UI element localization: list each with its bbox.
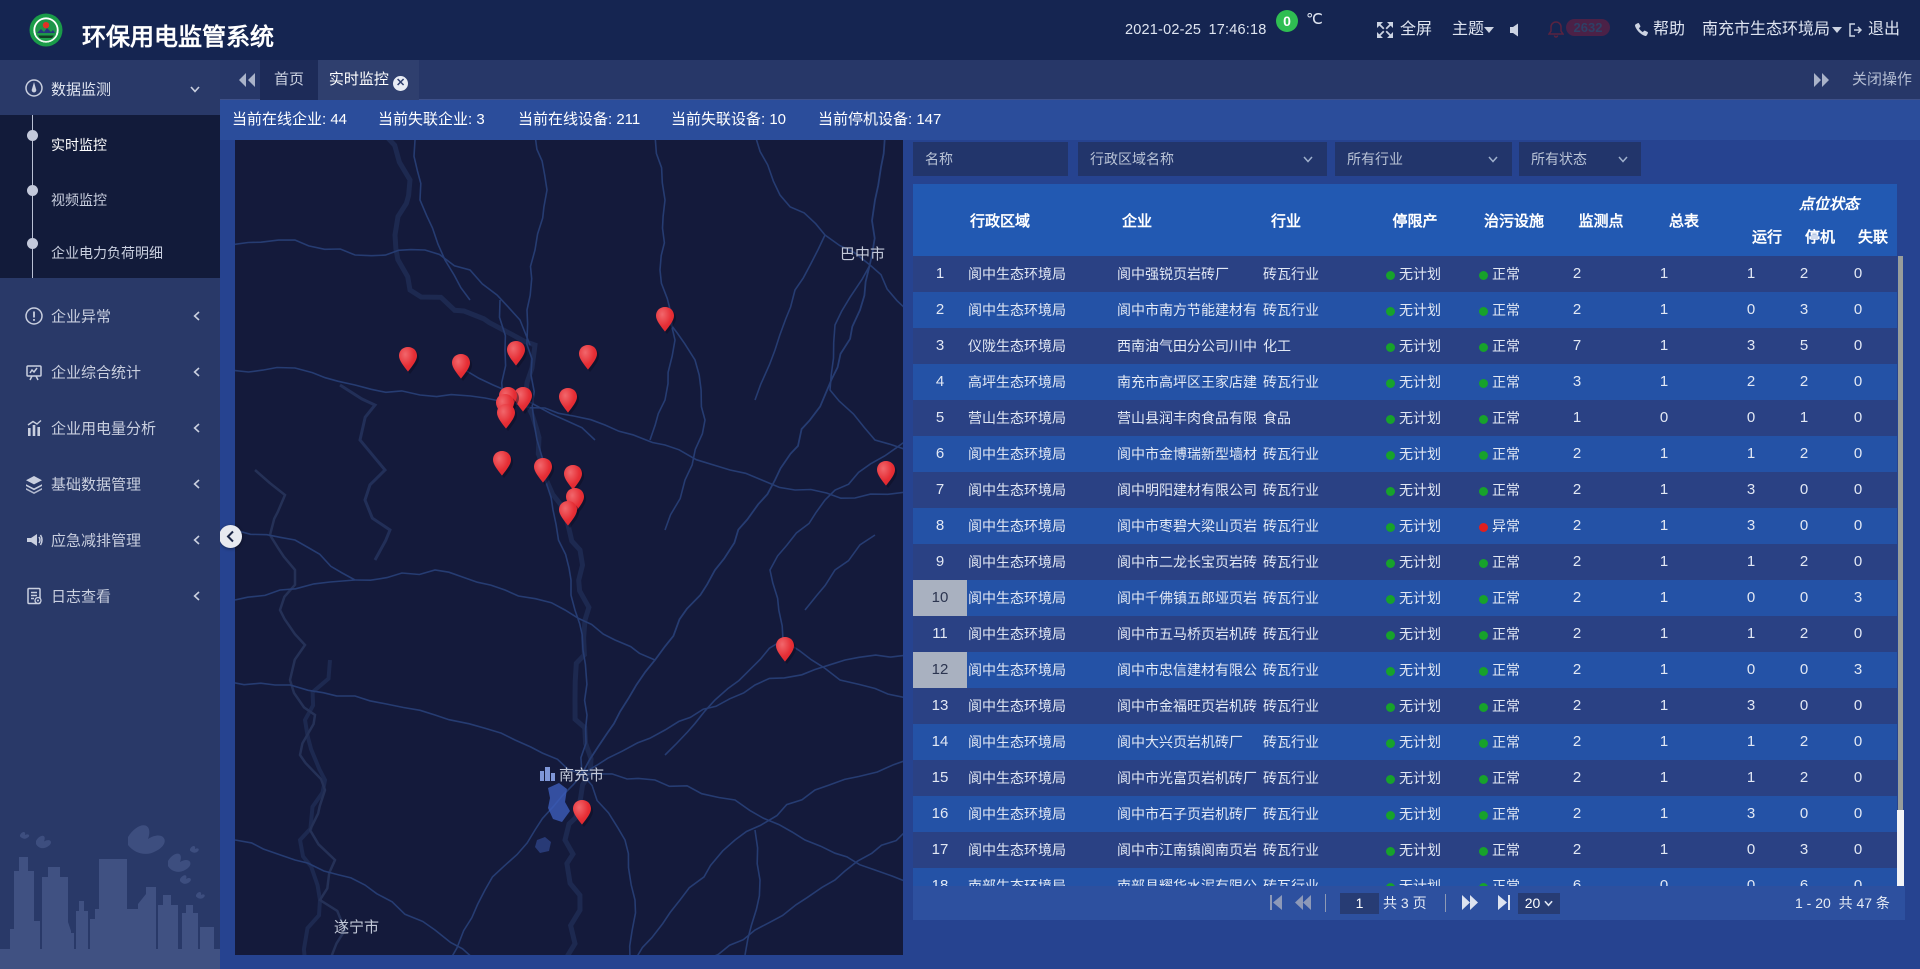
- svg-text:南充市: 南充市: [559, 767, 604, 784]
- svg-text:巴中市: 巴中市: [840, 246, 885, 263]
- svg-text:遂宁市: 遂宁市: [334, 919, 379, 936]
